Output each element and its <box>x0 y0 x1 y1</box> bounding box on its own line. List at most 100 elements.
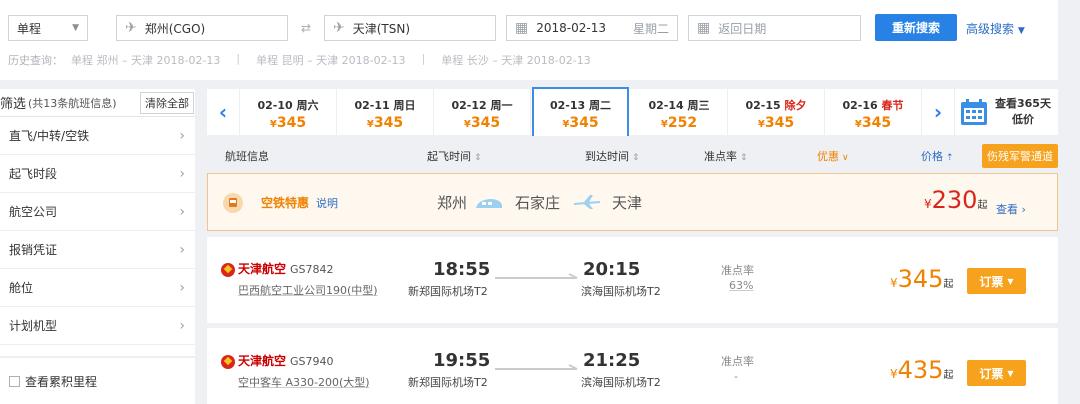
date-tab-active[interactable]: 02-13 周二 ¥345 <box>532 87 629 136</box>
filter-label: 舱位 <box>9 281 34 295</box>
special-channel-button[interactable]: 伤残军警通道 <box>982 144 1058 168</box>
airline-info: 天津航空 GS7940 <box>221 352 334 369</box>
route-arrow-icon <box>495 273 578 279</box>
flight-price-value: 435 <box>897 356 944 384</box>
chevron-right-icon: › <box>179 279 185 296</box>
filter-cabin[interactable]: 舱位 › <box>0 269 195 307</box>
to-city-input[interactable]: ✈ 天津(TSN) <box>324 15 496 41</box>
filter-title: 筛选 <box>0 97 27 112</box>
cumulative-miles-option[interactable]: 查看累积里程 <box>0 358 195 404</box>
swap-icon[interactable]: ⇄ <box>292 19 320 37</box>
flight-card[interactable]: 天津航空 GS7940 空中客车 A330-200(大型) 19:55 新郑国际机… <box>207 328 1058 404</box>
route-arrow-icon <box>495 364 578 370</box>
cumulative-label: 查看累积里程 <box>25 374 98 389</box>
rail-via: 石家庄 <box>515 194 561 212</box>
rail-explain-link[interactable]: 说明 <box>316 195 338 211</box>
rail-to: 天津 <box>612 194 643 212</box>
next-dates-arrow-icon[interactable]: › <box>922 89 955 135</box>
caret-down-icon: ▼ <box>1007 276 1014 286</box>
depart-weekday: 星期二 <box>632 21 669 36</box>
date-tab[interactable]: 02-15 除夕 ¥345 <box>728 89 825 135</box>
col-arrive-sort[interactable]: 到达时间 ⇕ <box>585 148 640 164</box>
date-tab[interactable]: 02-12 周一 ¥345 <box>434 89 531 135</box>
flight-price-suffix: 起 <box>943 370 954 381</box>
checkbox[interactable] <box>9 375 20 387</box>
sort-icon: ⇕ <box>632 153 640 163</box>
results-header: 航班信息 起飞时间 ⇕ 到达时间 ⇕ 准点率 ⇕ 优惠 ∨ 价格 ⇡ 伤残军警通道 <box>207 142 1058 170</box>
col-depart-sort[interactable]: 起飞时间 ⇕ <box>427 148 482 164</box>
filter-airline[interactable]: 航空公司 › <box>0 193 195 231</box>
trip-type-select[interactable]: 单程 ▼ <box>8 15 88 41</box>
flight-price: ¥345起 <box>890 265 953 293</box>
col-discount-filter[interactable]: 优惠 ∨ <box>817 148 849 164</box>
filter-direct[interactable]: 直飞/中转/空铁 › <box>0 117 195 155</box>
book-label: 订票 <box>979 366 1004 381</box>
search-button[interactable]: 重新搜索 <box>875 14 957 41</box>
plane-takeoff-icon: ✈ <box>125 20 137 36</box>
date-tab[interactable]: 02-11 周日 ¥345 <box>337 89 434 135</box>
flight-card[interactable]: 天津航空 GS7842 巴西航空工业公司190(中型) 18:55 新郑国际机场T… <box>207 237 1058 323</box>
tab-holiday: 除夕 <box>784 99 807 112</box>
calendar-365-link[interactable]: 查看365天 低价 <box>959 89 1058 135</box>
from-city-input[interactable]: ✈ 郑州(CGO) <box>116 15 288 41</box>
history-item[interactable]: 单程 长沙 – 天津 2018-02-13 <box>441 52 590 68</box>
book-button[interactable]: 订票 ▼ <box>967 268 1026 294</box>
currency: ¥ <box>890 367 898 381</box>
filter-label: 计划机型 <box>9 319 58 333</box>
tab-date: 02-13 周二 <box>549 99 611 112</box>
sort-icon: ⇕ <box>474 153 482 163</box>
col-price-label: 价格 <box>921 150 943 163</box>
depart-airport: 新郑国际机场T2 <box>408 285 488 298</box>
aircraft-type[interactable]: 空中客车 A330-200(大型) <box>238 374 370 390</box>
chevron-right-icon: › <box>1021 203 1026 216</box>
airline-info: 天津航空 GS7842 <box>221 260 334 277</box>
history-item[interactable]: 单程 郑州 – 天津 2018-02-13 <box>71 52 220 68</box>
rail-deal-icon <box>223 193 243 213</box>
col-ontime-sort[interactable]: 准点率 ⇕ <box>704 148 748 164</box>
clear-all-button[interactable]: 清除全部 <box>140 92 194 114</box>
col-price-sort[interactable]: 价格 ⇡ <box>921 148 954 164</box>
tab-price: 345 <box>470 115 501 131</box>
currency: ¥ <box>890 276 898 290</box>
from-city-value: 郑州(CGO) <box>144 21 206 36</box>
filter-depart-time[interactable]: 起飞时段 › <box>0 155 195 193</box>
filter-receipt[interactable]: 报销凭证 › <box>0 231 195 269</box>
airline-name: 天津航空 <box>238 262 287 276</box>
search-bar: 单程 ▼ ✈ 郑州(CGO) ⇄ ✈ 天津(TSN) ▦ 2018-02-13 … <box>0 0 1058 80</box>
to-city-value: 天津(TSN) <box>352 21 411 36</box>
aircraft-type[interactable]: 巴西航空工业公司190(中型) <box>238 282 378 298</box>
tab-holiday: 春节 <box>881 99 904 112</box>
filter-sidebar: 筛选 (共13条航班信息) 清除全部 直飞/中转/空铁 › 起飞时段 › 航空公司 ›… <box>0 89 195 356</box>
date-tab[interactable]: 02-14 周三 ¥252 <box>631 89 728 135</box>
tab-price: 345 <box>861 115 892 131</box>
date-tab[interactable]: 02-10 周六 ¥345 <box>240 89 337 135</box>
filter-label: 直飞/中转/空铁 <box>9 129 90 143</box>
tab-price: 345 <box>569 115 599 131</box>
filter-count: (共13条航班信息) <box>28 96 117 110</box>
currency: ¥ <box>924 197 932 211</box>
book-button[interactable]: 订票 ▼ <box>967 360 1026 386</box>
depart-date-value: 2018-02-13 <box>536 21 606 35</box>
calendar-line1: 查看365天 <box>995 97 1051 110</box>
chevron-right-icon: › <box>179 127 185 144</box>
col-depart-label: 起飞时间 <box>427 150 471 163</box>
history-item[interactable]: 单程 昆明 – 天津 2018-02-13 <box>256 52 405 68</box>
currency: ¥ <box>660 119 668 130</box>
currency: ¥ <box>854 119 862 130</box>
rail-air-card[interactable]: 空铁特惠 说明 郑州 石家庄 天津 ¥230起 查看 › <box>207 173 1058 231</box>
flight-price: ¥435起 <box>890 356 953 384</box>
tab-price: 345 <box>373 115 404 131</box>
rail-view-link[interactable]: 查看 › <box>996 201 1026 217</box>
airline-name: 天津航空 <box>238 354 287 368</box>
calendar-icon: ▦ <box>515 20 529 36</box>
ontime-value[interactable]: 63% <box>729 279 753 292</box>
advanced-search-link[interactable]: 高级搜索 ▼ <box>966 20 1025 37</box>
return-date-input[interactable]: ▦ 返回日期 <box>688 15 861 41</box>
depart-date-input[interactable]: ▦ 2018-02-13 星期二 <box>506 15 678 41</box>
prev-dates-arrow-icon[interactable]: ‹ <box>207 89 240 135</box>
flight-price-value: 345 <box>897 265 944 293</box>
filter-aircraft[interactable]: 计划机型 › <box>0 307 195 345</box>
depart-time: 19:55 <box>433 350 491 371</box>
date-tab[interactable]: 02-16 春节 ¥345 <box>825 89 922 135</box>
depart-airport: 新郑国际机场T2 <box>408 376 488 389</box>
